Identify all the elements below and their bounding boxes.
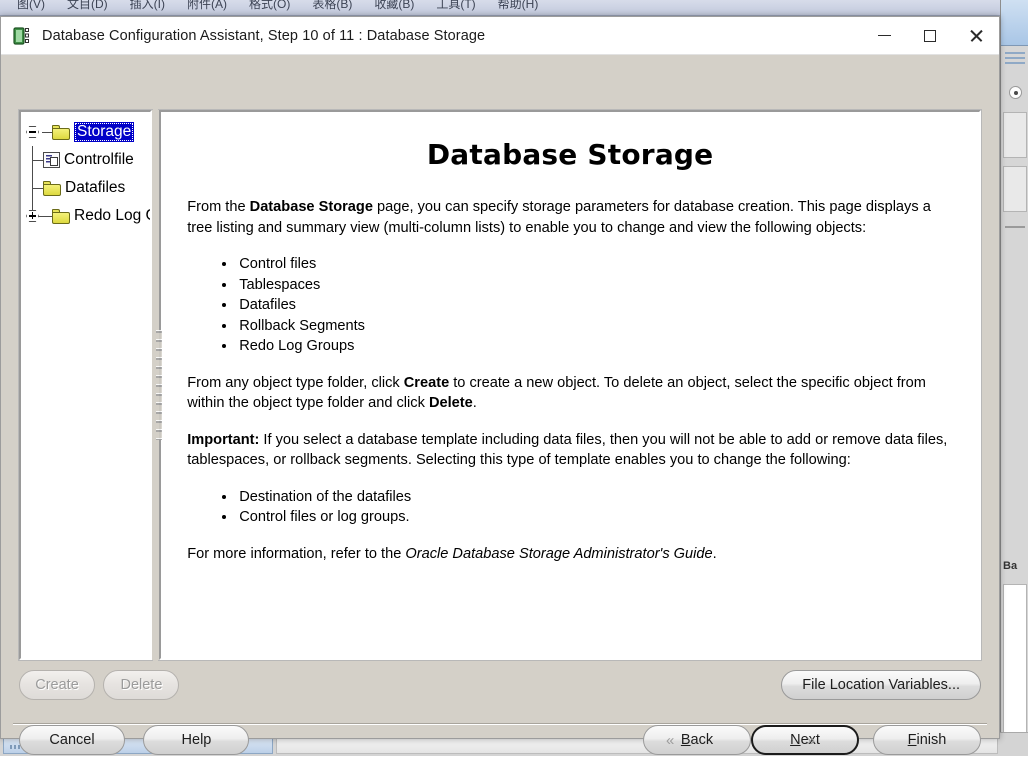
finish-label-rest: inish — [917, 732, 947, 748]
change-list: Destination of the datafiles Control fil… — [187, 487, 953, 528]
footer-tail: . — [713, 546, 717, 562]
background-window-line — [1005, 62, 1025, 64]
splitter-grip-icon[interactable] — [156, 330, 162, 440]
footer-paragraph: For more information, refer to the Oracl… — [187, 544, 953, 565]
dialog-body: Storage Controlfile Data — [1, 55, 999, 738]
wizard-navigation-row: Cancel Help Finish Next » « Back — [19, 725, 981, 771]
intro-paragraph: From the Database Storage page, you can … — [187, 197, 953, 238]
back-mnemonic: B — [681, 732, 691, 748]
background-window-line — [1005, 57, 1025, 59]
objects-list: Control files Tablespaces Datafiles Roll… — [187, 254, 953, 357]
background-window-dot-icon — [1009, 86, 1022, 99]
folder-icon — [43, 181, 61, 196]
background-menu-item[interactable]: 格式(O) — [238, 0, 301, 11]
window-title: Database Configuration Assistant, Step 1… — [42, 28, 861, 44]
desktop-background: 图(V)文目(D)插入(I)附件(A)格式(O)表格(B)收藏(B)工具(T)帮… — [0, 0, 1028, 756]
tree-node-controlfile[interactable]: Controlfile — [43, 146, 146, 174]
file-location-variables-button[interactable]: File Location Variables... — [781, 670, 981, 700]
window-titlebar: Database Configuration Assistant, Step 1… — [1, 17, 999, 55]
background-window-right: Ba — [1000, 0, 1028, 756]
background-window-text: Ba — [1003, 560, 1017, 572]
tree-children: Controlfile Datafiles — [25, 146, 146, 230]
minimize-icon — [878, 35, 891, 37]
database-storage-description-panel: Database Storage From the Database Stora… — [159, 110, 981, 660]
folder-icon — [52, 125, 70, 140]
next-button[interactable]: Next » — [751, 725, 859, 755]
page-title: Database Storage — [187, 138, 953, 171]
background-window-panel — [1003, 112, 1027, 158]
background-app-menubar: 图(V)文目(D)插入(I)附件(A)格式(O)表格(B)收藏(B)工具(T)帮… — [0, 0, 1028, 16]
create-delete-paragraph: From any object type folder, click Creat… — [187, 373, 953, 414]
important-text: If you select a database template includ… — [187, 432, 947, 469]
list-item: Datafiles — [239, 295, 953, 316]
minimize-button[interactable] — [861, 17, 907, 54]
database-configuration-assistant-window: Database Configuration Assistant, Step 1… — [0, 16, 1000, 739]
create-button[interactable]: Create — [19, 670, 95, 700]
footer-guide-title: Oracle Database Storage Administrator's … — [405, 546, 712, 562]
database-icon — [13, 26, 33, 46]
intro-lead: From the — [187, 199, 249, 215]
background-menu-item[interactable]: 工具(T) — [425, 0, 486, 11]
footer-lead: For more information, refer to the — [187, 546, 405, 562]
folder-icon — [52, 209, 70, 224]
background-window-line — [1005, 226, 1025, 228]
tree-node-storage[interactable]: Storage — [25, 118, 146, 146]
background-window-titlebar — [1001, 0, 1028, 46]
tree-node-label-storage[interactable]: Storage — [74, 122, 134, 142]
object-actions-row: Create Delete File Location Variables... — [19, 670, 981, 706]
background-window-panel — [1003, 166, 1027, 212]
important-paragraph: Important: If you select a database temp… — [187, 430, 953, 471]
background-menu-item[interactable]: 表格(B) — [301, 0, 363, 11]
cd-part3: . — [473, 395, 477, 411]
cd-part1: From any object type folder, click — [187, 375, 404, 391]
list-item: Rollback Segments — [239, 316, 953, 337]
intro-bold: Database Storage — [250, 199, 373, 215]
maximize-button[interactable] — [907, 17, 953, 54]
cancel-button[interactable]: Cancel — [19, 725, 125, 755]
maximize-icon — [924, 30, 936, 42]
controlfile-icon — [43, 152, 60, 168]
list-item: Destination of the datafiles — [239, 487, 953, 508]
background-window-line — [1005, 52, 1025, 54]
tree-node-label-redo-log-groups[interactable]: Redo Log Groups — [74, 207, 152, 225]
split-pane-divider[interactable] — [152, 110, 160, 660]
list-item: Redo Log Groups — [239, 336, 953, 357]
cd-bold-create: Create — [404, 375, 449, 391]
help-button[interactable]: Help — [143, 725, 249, 755]
tree-node-datafiles[interactable]: Datafiles — [43, 174, 146, 202]
chevron-left-icon: « — [666, 733, 674, 748]
close-icon — [969, 29, 983, 43]
tree-node-label-controlfile[interactable]: Controlfile — [64, 151, 134, 169]
list-item: Tablespaces — [239, 275, 953, 296]
background-menu-item[interactable]: 附件(A) — [176, 0, 238, 11]
back-button[interactable]: « Back — [643, 725, 751, 755]
tree-connector — [42, 132, 52, 133]
delete-button[interactable]: Delete — [103, 670, 179, 700]
cd-bold-delete: Delete — [429, 395, 473, 411]
background-menu-item[interactable]: 插入(I) — [119, 0, 176, 11]
background-menu-item[interactable]: 图(V) — [6, 0, 56, 11]
list-item: Control files or log groups. — [239, 507, 953, 528]
background-window-panel — [1003, 584, 1027, 754]
background-menu-item[interactable]: 收藏(B) — [363, 0, 425, 11]
finish-button[interactable]: Finish — [873, 725, 981, 755]
chevron-right-icon: » — [807, 733, 815, 748]
important-label: Important: — [187, 432, 259, 448]
expand-toggle-icon[interactable] — [25, 208, 41, 224]
next-mnemonic: N — [790, 732, 800, 748]
collapse-toggle-icon[interactable] — [25, 124, 41, 140]
finish-mnemonic: F — [908, 732, 917, 748]
tree-connector — [42, 216, 52, 217]
storage-tree-panel[interactable]: Storage Controlfile Data — [19, 110, 152, 660]
tree-node-label-datafiles[interactable]: Datafiles — [65, 179, 125, 197]
split-pane: Storage Controlfile Data — [19, 110, 981, 660]
background-menu-item[interactable]: 文目(D) — [56, 0, 119, 11]
background-menu-item[interactable]: 帮助(H) — [487, 0, 550, 11]
storage-tree: Storage Controlfile Data — [25, 118, 146, 230]
back-label-rest: ack — [691, 732, 714, 748]
list-item: Control files — [239, 254, 953, 275]
tree-node-redo-log-groups[interactable]: Redo Log Groups — [43, 202, 146, 230]
close-button[interactable] — [953, 17, 999, 54]
